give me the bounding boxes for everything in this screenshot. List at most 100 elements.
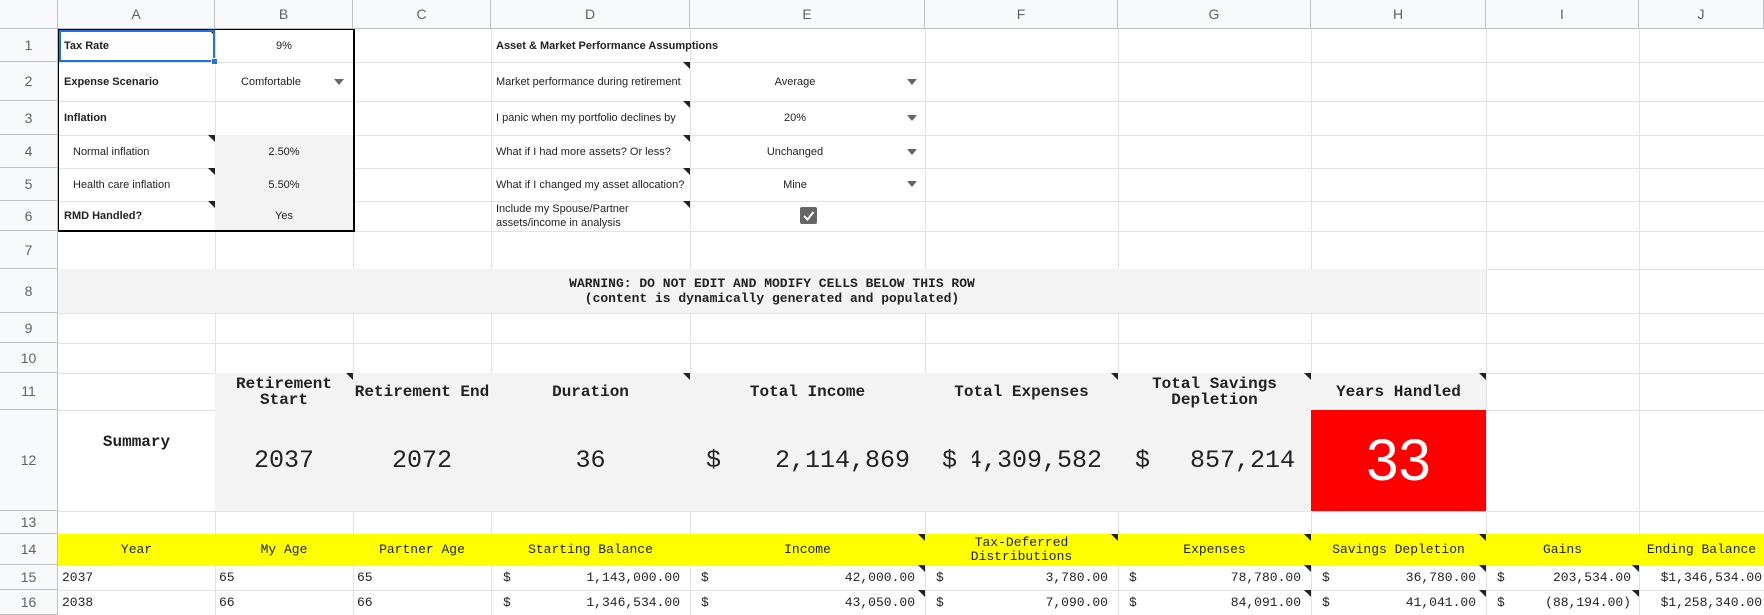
table-row-ending-balance[interactable]: $1,346,534.00 xyxy=(1639,565,1762,590)
table-header-starting-balance: Starting Balance xyxy=(491,534,690,565)
row-header-6[interactable]: 6 xyxy=(0,201,58,231)
column-header-i[interactable]: I xyxy=(1486,0,1639,29)
table-row-partner-age[interactable]: 65 xyxy=(357,565,487,590)
summary-header-start: Retirement Start xyxy=(215,373,353,410)
chevron-down-icon[interactable] xyxy=(907,181,917,187)
gridline xyxy=(491,29,492,615)
summary-duration-value[interactable]: 36 xyxy=(491,410,690,511)
row-header-16[interactable]: 16 xyxy=(0,590,58,615)
expense-scenario-label: Expense Scenario xyxy=(64,75,159,88)
table-row-my-age[interactable]: 65 xyxy=(219,565,349,590)
chevron-down-icon[interactable] xyxy=(907,149,917,155)
more-assets-label: What if I had more assets? Or less? xyxy=(496,135,690,168)
gridline xyxy=(58,343,1764,344)
summary-header-duration: Duration xyxy=(491,373,690,410)
table-row-savings-depletion[interactable]: 36,780.00 xyxy=(1342,565,1486,590)
table-row-income[interactable]: 42,000.00 xyxy=(721,565,925,590)
currency-symbol: $ xyxy=(701,570,709,585)
summary-depletion-currency: $ xyxy=(1135,446,1151,475)
normal-inflation-value[interactable]: 2.50% xyxy=(215,135,353,168)
row-header-10[interactable]: 10 xyxy=(0,343,58,373)
table-row-tax-deferred[interactable]: 7,090.00 xyxy=(956,590,1108,615)
asset-allocation-label: What if I changed my asset allocation? xyxy=(496,168,690,201)
table-row-year[interactable]: 2038 xyxy=(62,590,212,615)
row-header-11[interactable]: 11 xyxy=(0,373,58,410)
summary-income-value[interactable]: 2,114,869 xyxy=(736,410,910,511)
table-row-expenses[interactable]: 84,091.00 xyxy=(1149,590,1311,615)
column-header-j[interactable]: J xyxy=(1639,0,1764,29)
row-header-9[interactable]: 9 xyxy=(0,313,58,343)
row-header-8[interactable]: 8 xyxy=(0,269,58,313)
table-row-my-age[interactable]: 66 xyxy=(219,590,349,615)
chevron-down-icon[interactable] xyxy=(907,115,917,121)
table-header-year: Year xyxy=(58,534,215,565)
table-row-year[interactable]: 2037 xyxy=(62,565,212,590)
row-header-4[interactable]: 4 xyxy=(0,135,58,168)
column-header-c[interactable]: C xyxy=(353,0,491,29)
market-performance-dropdown[interactable]: Average xyxy=(690,62,900,101)
inflation-label: Inflation xyxy=(64,112,107,124)
table-row-savings-depletion[interactable]: 41,041.00 xyxy=(1342,590,1486,615)
gridline xyxy=(1311,29,1312,615)
row-header-14[interactable]: 14 xyxy=(0,534,58,565)
column-header-g[interactable]: G xyxy=(1118,0,1311,29)
rmd-handled-value[interactable]: Yes xyxy=(215,201,353,231)
row-header-13[interactable]: 13 xyxy=(0,511,58,534)
table-row-income[interactable]: 43,050.00 xyxy=(721,590,925,615)
row-header-5[interactable]: 5 xyxy=(0,168,58,201)
row-header-15[interactable]: 15 xyxy=(0,565,58,590)
table-row-gains[interactable]: (88,194.00) xyxy=(1517,590,1639,615)
column-header-e[interactable]: E xyxy=(690,0,925,29)
column-header-a[interactable]: A xyxy=(58,0,215,29)
currency-symbol: $ xyxy=(1129,595,1137,610)
asset-allocation-dropdown[interactable]: Mine xyxy=(690,168,900,201)
summary-depletion-value[interactable]: 857,214 xyxy=(1165,410,1295,511)
gridline xyxy=(1639,29,1640,615)
summary-expenses-currency: $ xyxy=(942,446,958,475)
currency-symbol: $ xyxy=(936,570,944,585)
column-header-h[interactable]: H xyxy=(1311,0,1486,29)
chevron-down-icon[interactable] xyxy=(907,79,917,85)
select-all-corner[interactable] xyxy=(0,0,58,29)
selected-cell-outline xyxy=(59,30,215,62)
gridline xyxy=(58,313,1764,314)
checkmark-icon xyxy=(803,211,815,221)
spouse-include-checkbox[interactable] xyxy=(800,207,817,224)
years-handled-value[interactable]: 33 xyxy=(1311,410,1486,511)
chevron-down-icon[interactable] xyxy=(334,79,344,85)
tax-rate-value[interactable]: 9% xyxy=(215,29,353,62)
table-row-partner-age[interactable]: 66 xyxy=(357,590,487,615)
row-header-7[interactable]: 7 xyxy=(0,231,58,269)
table-header-ending-balance: Ending Balance xyxy=(1639,534,1764,565)
summary-expenses-value[interactable]: 4,309,582 xyxy=(972,410,1102,511)
more-assets-dropdown[interactable]: Unchanged xyxy=(690,135,900,168)
currency-symbol: $ xyxy=(1497,570,1505,585)
table-header-partner-age: Partner Age xyxy=(353,534,491,565)
table-row-gains[interactable]: 203,534.00 xyxy=(1517,565,1639,590)
table-row-ending-balance[interactable]: $1,258,340.00 xyxy=(1639,590,1762,615)
warning-banner: WARNING: DO NOT EDIT AND MODIFY CELLS BE… xyxy=(58,269,1486,313)
column-header-d[interactable]: D xyxy=(491,0,690,29)
expense-scenario-dropdown[interactable]: Comfortable xyxy=(215,62,327,101)
table-row-starting-balance[interactable]: 1,143,000.00 xyxy=(523,565,680,590)
row-header-1[interactable]: 1 xyxy=(0,29,58,62)
table-row-tax-deferred[interactable]: 3,780.00 xyxy=(956,565,1108,590)
currency-symbol: $ xyxy=(1322,570,1330,585)
row-header-12[interactable]: 12 xyxy=(0,410,58,511)
summary-start-value[interactable]: 2037 xyxy=(215,410,353,511)
table-row-starting-balance[interactable]: 1,346,534.00 xyxy=(523,590,680,615)
health-inflation-value[interactable]: 5.50% xyxy=(215,168,353,201)
row-header-2[interactable]: 2 xyxy=(0,62,58,101)
table-header-income: Income xyxy=(690,534,925,565)
column-header-b[interactable]: B xyxy=(215,0,353,29)
currency-symbol: $ xyxy=(503,595,511,610)
gridline xyxy=(1486,29,1487,615)
summary-end-value[interactable]: 2072 xyxy=(353,410,491,511)
summary-label: Summary xyxy=(102,433,171,451)
panic-decline-dropdown[interactable]: 20% xyxy=(690,101,900,135)
row-header-3[interactable]: 3 xyxy=(0,101,58,135)
summary-header-years: Years Handled xyxy=(1311,373,1486,410)
column-header-f[interactable]: F xyxy=(925,0,1118,29)
table-header-my-age: My Age xyxy=(215,534,353,565)
table-row-expenses[interactable]: 78,780.00 xyxy=(1149,565,1311,590)
